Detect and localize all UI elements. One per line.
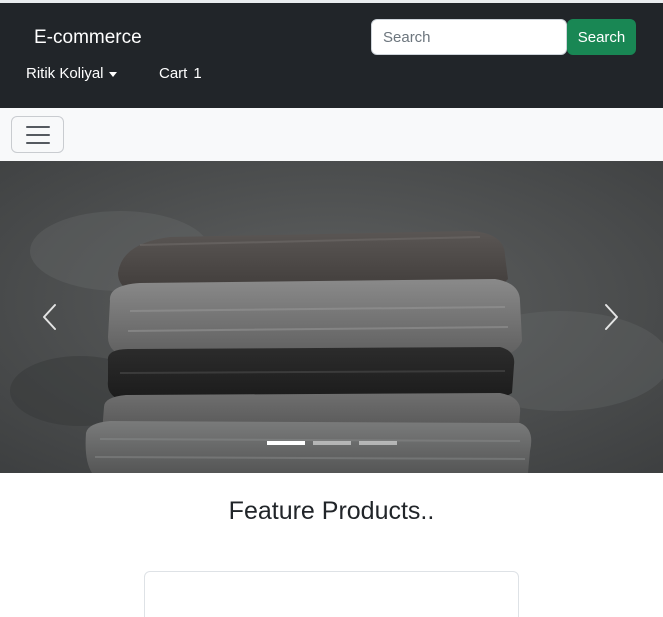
top-navbar: E-commerce Search Ritik Koliyal Cart 1 [0, 3, 663, 108]
cart-label: Cart [159, 65, 188, 82]
hamburger-icon-line [26, 134, 50, 136]
caret-down-icon [108, 71, 117, 77]
hamburger-icon [26, 126, 50, 128]
chevron-left-icon [43, 304, 56, 330]
carousel-indicator-3[interactable] [359, 441, 397, 445]
carousel-indicator-2[interactable] [313, 441, 351, 445]
carousel-indicators [267, 441, 397, 445]
user-dropdown[interactable]: Ritik Koliyal [26, 65, 117, 82]
cart-link[interactable]: Cart 1 [159, 65, 202, 82]
carousel-prev-button[interactable] [35, 301, 65, 333]
search-button[interactable]: Search [567, 19, 636, 55]
carousel-indicator-1[interactable] [267, 441, 305, 445]
carousel-slide-image [0, 161, 663, 473]
navbar-toggler-button[interactable] [11, 116, 64, 153]
carousel-next-button[interactable] [596, 301, 626, 333]
product-card[interactable] [144, 571, 519, 617]
hero-carousel [0, 161, 663, 473]
search-input[interactable] [371, 19, 567, 55]
brand-link[interactable]: E-commerce [34, 27, 142, 49]
user-name: Ritik Koliyal [26, 65, 104, 82]
secondary-navbar [0, 108, 663, 161]
chevron-right-icon [605, 304, 618, 330]
section-title: Feature Products.. [228, 497, 435, 525]
cart-count: 1 [193, 65, 202, 82]
hamburger-icon-line [26, 142, 50, 144]
